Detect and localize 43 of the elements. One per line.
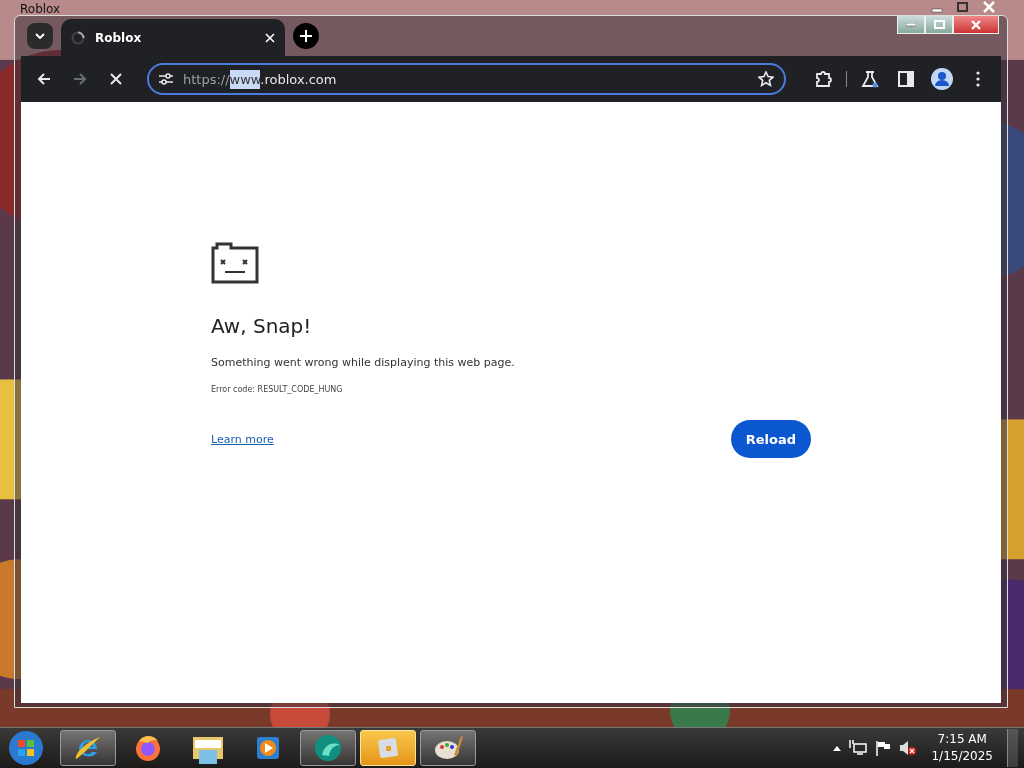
close-button[interactable] <box>953 16 999 34</box>
side-panel-icon <box>898 71 914 87</box>
app-icon <box>312 733 344 763</box>
show-desktop-button[interactable] <box>1007 729 1018 767</box>
avatar-icon <box>931 68 953 90</box>
minimize-icon <box>906 22 916 27</box>
speaker-muted-icon[interactable] <box>899 740 918 756</box>
forward-arrow-icon <box>73 72 87 86</box>
chevron-down-icon <box>35 33 45 39</box>
taskbar-button[interactable] <box>60 730 116 766</box>
reload-button[interactable]: Reload <box>730 420 811 458</box>
firefox-icon <box>133 733 163 763</box>
network-icon[interactable] <box>849 740 868 756</box>
loading-spinner-icon <box>71 31 85 45</box>
flask-icon <box>861 70 879 88</box>
browser-tab[interactable]: Roblox <box>61 19 285 57</box>
flag-icon[interactable] <box>875 740 892 756</box>
plus-icon <box>300 30 312 42</box>
learn-more-link[interactable]: Learn more <box>211 432 274 446</box>
close-icon[interactable] <box>265 33 275 43</box>
back-arrow-icon <box>37 72 51 86</box>
maximize-icon <box>933 20 945 29</box>
tab-title: Roblox <box>95 31 143 45</box>
close-icon <box>971 19 981 30</box>
tab-search-button[interactable] <box>27 23 53 49</box>
error-heading: Aw, Snap! <box>211 314 312 338</box>
windows-orb-icon <box>8 730 44 766</box>
error-message: Something went wrong while displaying this web page. <box>211 356 515 369</box>
puzzle-icon <box>814 70 832 88</box>
window-title: Roblox <box>20 2 61 16</box>
taskbar-button[interactable] <box>300 730 356 766</box>
star-icon[interactable] <box>758 71 774 87</box>
show-hidden-icons-icon[interactable] <box>833 745 842 751</box>
clock-date: 1/15/2025 <box>931 748 993 765</box>
clock-time: 7:15 AM <box>937 731 987 748</box>
menu-icon <box>976 71 980 87</box>
profile-button[interactable] <box>929 66 955 92</box>
site-settings-icon <box>159 73 173 85</box>
taskbar-button[interactable] <box>420 730 476 766</box>
sad-folder-icon <box>211 242 259 284</box>
close-icon <box>110 73 122 85</box>
start-button[interactable] <box>6 729 46 767</box>
error-code: Error code: RESULT_CODE_HUNG <box>211 385 343 394</box>
